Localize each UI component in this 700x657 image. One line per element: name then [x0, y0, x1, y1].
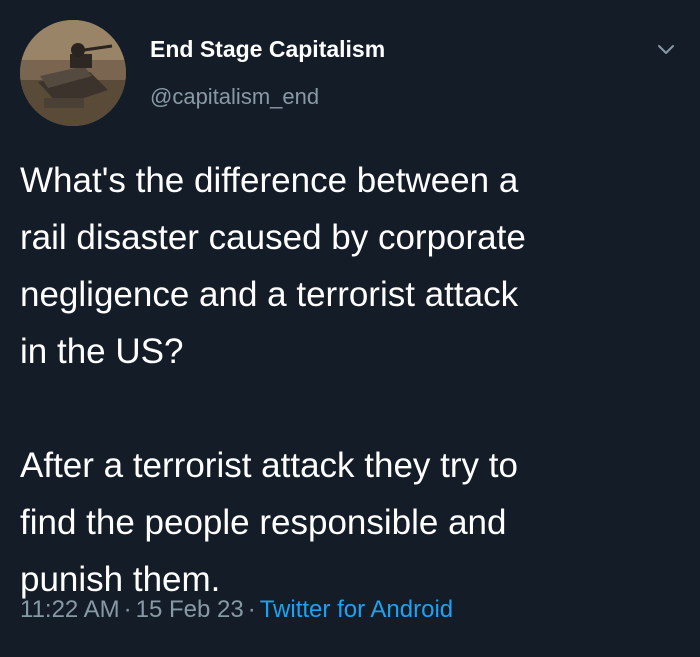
user-handle[interactable]: @capitalism_end [150, 84, 319, 110]
tweet-paragraph: After a terrorist attack they try to fin… [20, 446, 518, 599]
tweet-card: End Stage Capitalism @capitalism_end Wha… [0, 0, 700, 657]
tweet-date[interactable]: 15 Feb 23 [136, 596, 244, 623]
avatar[interactable] [20, 20, 126, 126]
meta-separator: · [247, 596, 256, 623]
tweet-paragraph: What's the difference between a rail dis… [20, 161, 526, 371]
display-name[interactable]: End Stage Capitalism [150, 36, 385, 63]
chevron-down-icon[interactable] [653, 36, 679, 62]
tweet-source-link[interactable]: Twitter for Android [260, 596, 453, 623]
tweet-text: What's the difference between a rail dis… [20, 152, 685, 608]
tweet-meta: 11:22 AM · 15 Feb 23 · Twitter for Android [20, 596, 453, 624]
meta-separator: · [123, 596, 132, 623]
tweet-time[interactable]: 11:22 AM [20, 596, 120, 623]
avatar-image [20, 20, 126, 126]
